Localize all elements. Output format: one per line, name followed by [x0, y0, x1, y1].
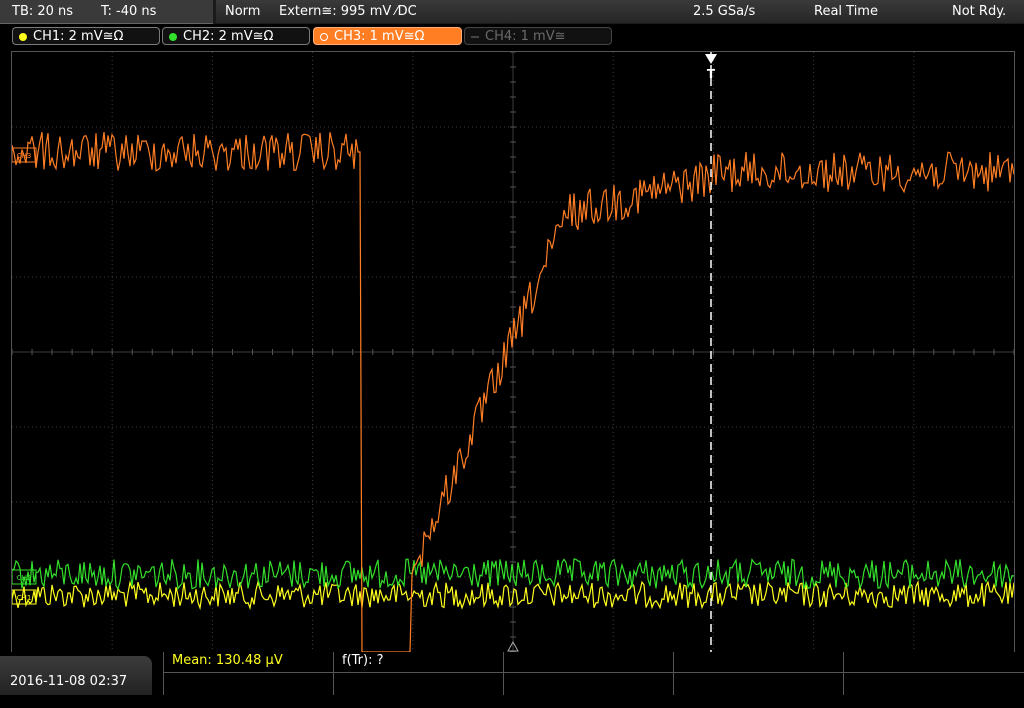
channel-4-dash-icon	[471, 36, 479, 38]
measurement-rise-freq[interactable]: f(Tr): ?	[342, 653, 384, 668]
timebase-panel[interactable]: TB: 20 ns T: -40 ns	[0, 0, 213, 24]
measurement-mean[interactable]: Mean: 130.48 µV	[172, 653, 283, 668]
timebase-value[interactable]: TB: 20 ns	[12, 0, 73, 23]
measurement-5-cell[interactable]	[843, 652, 1024, 695]
waveform-display[interactable]: T CH3 CH2 CH1	[11, 51, 1015, 653]
run-state: Not Rdy.	[952, 4, 1007, 19]
trigger-panel[interactable]: Norm Extern≅: 995 mV ⁄DC 2.5 GSa/s Real …	[216, 0, 1024, 23]
measurement-2-cell[interactable]: f(Tr): ?	[333, 652, 503, 695]
trigger-source[interactable]: Extern≅: 995 mV ⁄DC	[279, 0, 417, 23]
channel-1-dot-icon	[19, 33, 27, 41]
channel-1-level-marker: CH1	[17, 594, 32, 602]
channel-4-label: CH4: 1 mV≅	[485, 29, 566, 44]
datetime-display: 2016-11-08 02:37	[0, 656, 152, 695]
channel-2-button[interactable]: CH2: 2 mV≅Ω	[162, 27, 310, 45]
measurement-3-cell[interactable]	[503, 652, 673, 695]
acquisition-mode[interactable]: Real Time	[814, 0, 878, 23]
channel-2-dot-icon	[169, 33, 177, 41]
channel-2-label: CH2: 2 mV≅Ω	[183, 29, 274, 44]
trigger-offset-value[interactable]: T: -40 ns	[101, 0, 156, 23]
channel-3-button[interactable]: CH3: 1 mV≅Ω	[313, 27, 462, 45]
channel-1-button[interactable]: CH1: 2 mV≅Ω	[12, 27, 160, 45]
status-bar: TB: 20 ns T: -40 ns Norm Extern≅: 995 mV…	[0, 0, 1024, 24]
channel-3-dot-icon	[320, 33, 328, 41]
channel-3-label: CH3: 1 mV≅Ω	[334, 29, 425, 44]
trigger-mode[interactable]: Norm	[225, 0, 260, 23]
trigger-arrow-icon	[705, 54, 717, 64]
trigger-marker-label: T	[707, 67, 716, 81]
channel-bar: CH1: 2 mV≅Ω CH2: 2 mV≅Ω CH3: 1 mV≅Ω CH4:…	[0, 24, 1024, 50]
channel-2-level-marker: CH2	[17, 574, 32, 582]
measurement-1-cell[interactable]: Mean: 130.48 µV	[163, 652, 333, 695]
bottom-bar: 2016-11-08 02:37 Mean: 130.48 µV f(Tr): …	[0, 652, 1024, 695]
channel-1-label: CH1: 2 mV≅Ω	[33, 29, 124, 44]
waveform-canvas[interactable]: T CH3 CH2 CH1	[11, 51, 1015, 653]
channel-4-button[interactable]: CH4: 1 mV≅	[464, 27, 612, 45]
sample-rate[interactable]: 2.5 GSa/s	[693, 0, 755, 23]
channel-3-level-marker: CH3	[17, 152, 32, 160]
measurement-4-cell[interactable]	[673, 652, 843, 695]
